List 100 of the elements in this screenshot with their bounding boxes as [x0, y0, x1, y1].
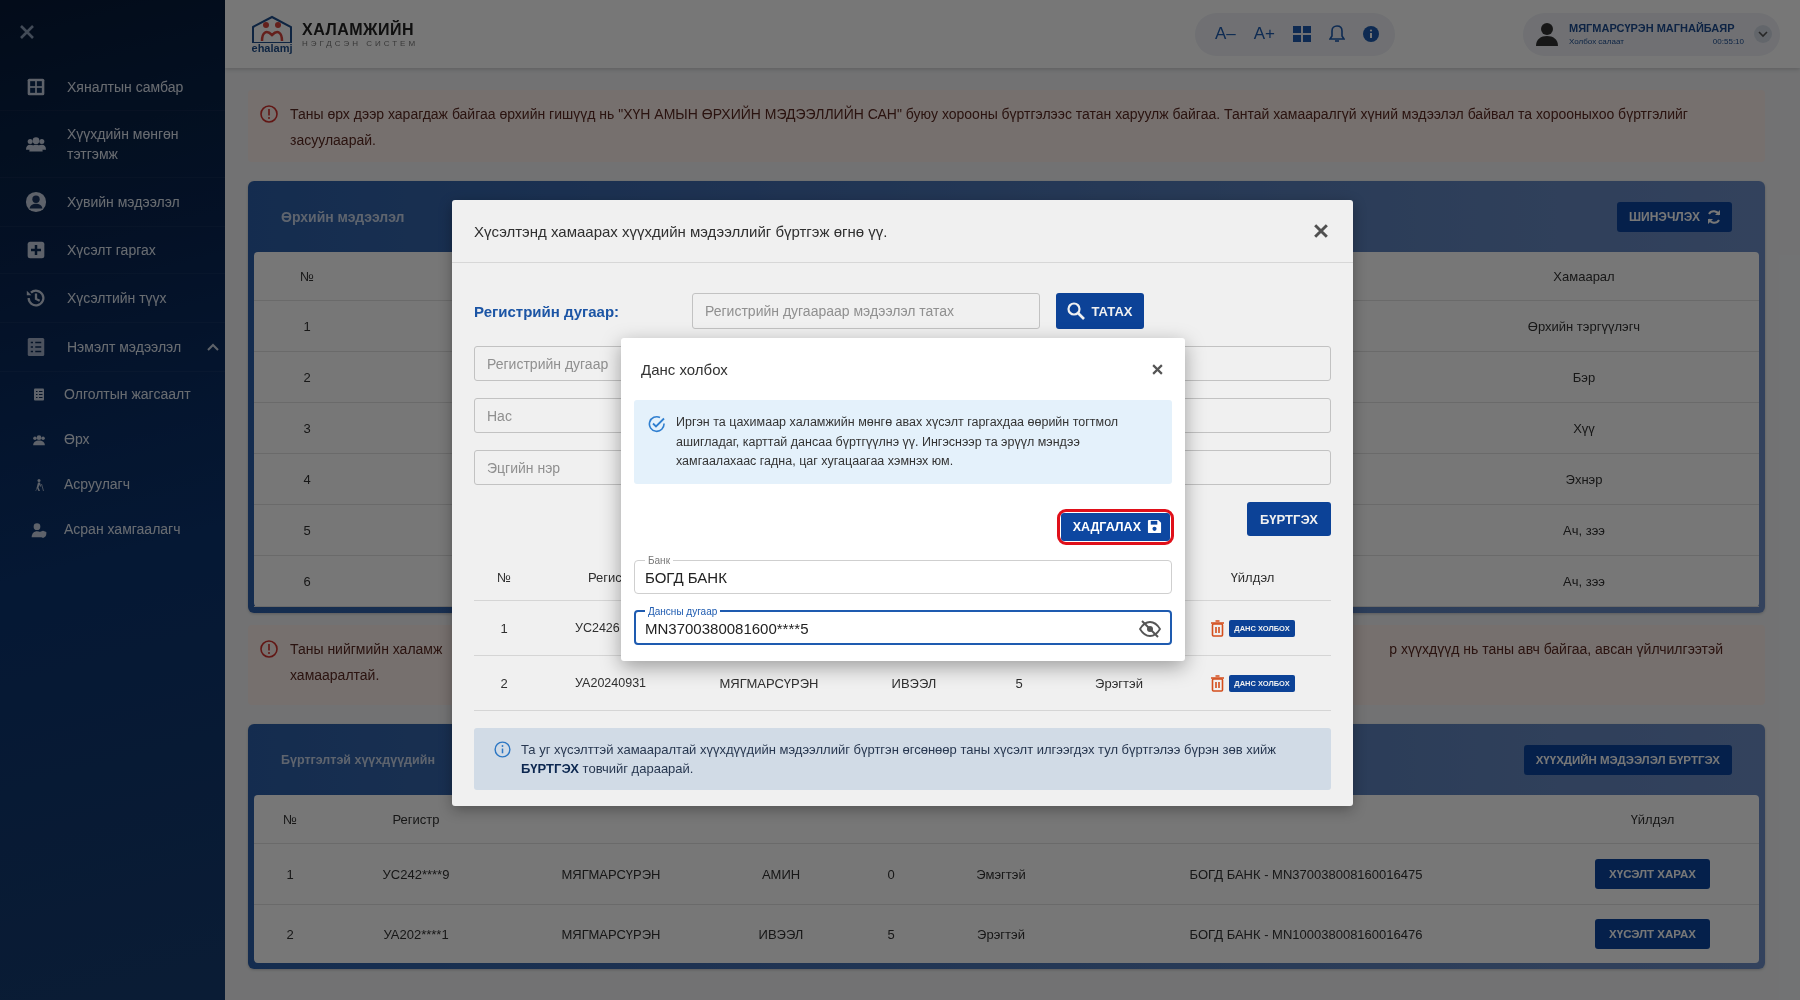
table-cell-text: АМИН	[760, 866, 802, 882]
user-menu[interactable]: МЯГМАРСҮРЭН МАГНАЙБАЯР Холбох салаат 00:55:10	[1523, 12, 1780, 56]
column-header: №	[282, 811, 298, 827]
trash-icon[interactable]	[1210, 619, 1226, 637]
field-label: Дансны дугаар	[647, 605, 719, 617]
chevron-down-icon	[1754, 25, 1772, 43]
warning-text: р хүүхдүүд нь таны авч байгаа, авсан үйлчилгээтэй	[1389, 640, 1723, 659]
field-value: БОГД БАНК	[645, 567, 728, 588]
table-cell-text: Эмэгтэй	[975, 866, 1027, 882]
eye-slash-icon[interactable]	[1139, 619, 1161, 638]
app-title: ХАЛАМЖИЙН	[302, 20, 416, 39]
register-button[interactable]: ХҮҮХДИЙН МЭДЭЭЛЭЛ БҮРТГЭХ	[1523, 744, 1732, 775]
info-text: Иргэн та цахимаар халамжийн мөнгө авах хүсэлт гаргахдаа өөрийн тогтмол ашигладаг, карттай дансаа бүртгүүлнэ үү. Ингэснээр та эрүүл мэндээ хамгаалахаас гадна, цаг хугацаагаа хэмнэх юм.	[676, 414, 1120, 470]
table-cell-text: Өрхийн тэргүүлэгч	[1526, 318, 1642, 334]
info-icon	[494, 741, 511, 758]
font-size-button[interactable]: A+	[1253, 24, 1275, 44]
avatar-icon	[1535, 22, 1559, 46]
table-cell: УА20240931	[575, 676, 647, 690]
warning-text: Таны нийгмийн халамж	[290, 640, 443, 659]
dashboard-icon	[26, 77, 46, 97]
view-request-button[interactable]: ХҮСЭЛТ ХАРАХ	[1595, 859, 1710, 889]
column-header: №	[496, 570, 512, 585]
column-header: Хамаарал	[1552, 268, 1616, 284]
table-cell-text: 3	[302, 420, 312, 436]
table-cell-text: УС242****9	[381, 866, 451, 882]
table-cell-text: 1	[302, 318, 312, 334]
sidebar-item[interactable]: Асруулагч	[0, 462, 225, 507]
dialog-title: Хүсэлтэнд хамаарах хүүхдийн мэдээллийг бүртгэж өгнө үү.	[474, 222, 888, 240]
search-icon	[1067, 302, 1086, 320]
account-field[interactable]: Дансны дугаар MN3700380081600****5	[634, 605, 1172, 645]
close-button[interactable]	[1311, 221, 1331, 241]
table-cell-text: Эрэгтэй	[976, 926, 1026, 942]
sidebar-item[interactable]: Хүсэлт гаргах	[0, 227, 225, 274]
table-cell-text: 2	[285, 926, 295, 942]
table-cell-text: 0	[886, 866, 896, 882]
plus-icon	[26, 240, 46, 260]
column-header: Регистр	[391, 811, 441, 827]
user-branch: Холбох салаат	[1569, 37, 1624, 46]
table-cell-text: 1	[285, 866, 295, 882]
close-icon[interactable]	[18, 23, 36, 41]
submit-button[interactable]: БҮРТГЭХ	[1247, 502, 1331, 536]
session-timer: 00:55:10	[1712, 37, 1744, 46]
save-button[interactable]: ХАДГАЛАХ	[1060, 512, 1170, 541]
table-cell-text: Эрэгтэй	[1094, 675, 1144, 691]
field-value: MN3700380081600****5	[645, 618, 810, 639]
user-name: МЯГМАРСҮРЭН МАГНАЙБАЯР	[1569, 22, 1736, 34]
people-icon	[25, 134, 47, 154]
dialog-title: Данс холбох	[641, 360, 728, 378]
sidebar-item[interactable]: Өрх	[0, 417, 225, 462]
table-cell-text: МЯГМАРСҮРЭН	[718, 675, 820, 691]
notice-text: Таны өрх дээр харагдаж байгаа өрхийн гишүүд нь "ХҮН АМЫН ӨРХИЙН МЭДЭЭЛЛИЙН САН" буюу хорооны бүртгэлээс татан харуулж байгаа. Тантай хамааралгүй хүний мэдээлэл байвал та хорооныхоо бүртгэлийг засуулаарай.	[290, 104, 1689, 150]
checklist-icon	[27, 336, 45, 358]
field-label: Банк	[647, 554, 672, 566]
table-cell-text: БОГД БАНК - MN100038008160016476	[1188, 926, 1424, 942]
grid-icon[interactable]	[1293, 26, 1311, 42]
card-title: Бүртгэлтэй хүүхдүүдийн	[281, 752, 435, 767]
person-shield-icon	[30, 521, 48, 538]
card-title: Өрхийн мэдээлэл	[281, 208, 405, 225]
sidebar-item[interactable]: Хувийн мэдээлэл	[0, 178, 225, 227]
bank-field[interactable]: Банк БОГД БАНК	[634, 554, 1172, 594]
fetch-button[interactable]: ТАТАХ	[1056, 293, 1144, 329]
info-text: Та уг хүсэлттэй хамааралтай хүүхдүүдийн мэдээллийг бүртгэн өгсөнөөр таны хүсэлт илгээгдэх тул бүртгэлээ бүрэн зөв хийж БҮРТГЭХ товчийг дараарай.	[521, 741, 1278, 778]
alert-icon	[260, 105, 278, 123]
info-icon[interactable]	[1363, 26, 1379, 42]
refresh-button[interactable]: ШИНЭЧЛЭХ	[1617, 201, 1732, 232]
table-cell-text: Хүү	[1572, 420, 1596, 436]
app-subtitle: НЭГДСЭН СИСТЕМ	[302, 38, 419, 48]
checklist-icon	[33, 387, 45, 402]
sidebar-item[interactable]: Хяналтын самбар	[0, 64, 225, 111]
bell-icon[interactable]	[1329, 25, 1345, 43]
table-cell-text: МЯГМАРСҮРЭН	[560, 926, 662, 942]
sidebar-item[interactable]: Асран хамгаалагч	[0, 507, 225, 552]
sidebar-item[interactable]: Олголтын жагсаалт	[0, 372, 225, 417]
check-circle-icon	[648, 415, 666, 433]
font-size-button[interactable]: A–	[1214, 24, 1236, 44]
table-cell: УС2426	[575, 621, 620, 635]
table-cell-text: 4	[302, 471, 312, 487]
table-cell-text: ИВЭЭЛ	[757, 926, 805, 942]
table-cell-text: УА202****1	[382, 926, 450, 942]
field-label: Регистрийн дугаар:	[474, 302, 621, 320]
table-cell-text: МЯГМАРСҮРЭН	[560, 866, 662, 882]
table-cell-text: 1	[499, 620, 509, 636]
table-cell-text: 2	[302, 369, 312, 385]
column-header: Регис	[588, 570, 622, 585]
table-cell-text: 2	[499, 675, 509, 691]
logo-icon	[250, 14, 294, 43]
table-cell-text: ИВЭЭЛ	[890, 675, 938, 691]
table-cell-text: БОГД БАНК - MN370038008160016475	[1188, 866, 1424, 882]
view-request-button[interactable]: ХҮСЭЛТ ХАРАХ	[1595, 919, 1710, 949]
trash-icon[interactable]	[1210, 674, 1226, 692]
column-header: №	[299, 268, 315, 284]
save-icon	[1147, 519, 1162, 534]
sidebar-item[interactable]: Нэмэлт мэдээлэл	[0, 323, 225, 372]
alert-icon	[260, 640, 278, 658]
people-icon	[30, 432, 48, 447]
column-header: Үйлдэл	[1229, 570, 1276, 585]
table-cell-text: Эхнэр	[1564, 471, 1604, 487]
table-cell-text: 5	[302, 522, 312, 538]
search-field[interactable]: Регистрийн дугаараар мэдээлэл татах	[692, 293, 1040, 329]
table-cell-text: Ач, зээ	[1562, 522, 1606, 538]
